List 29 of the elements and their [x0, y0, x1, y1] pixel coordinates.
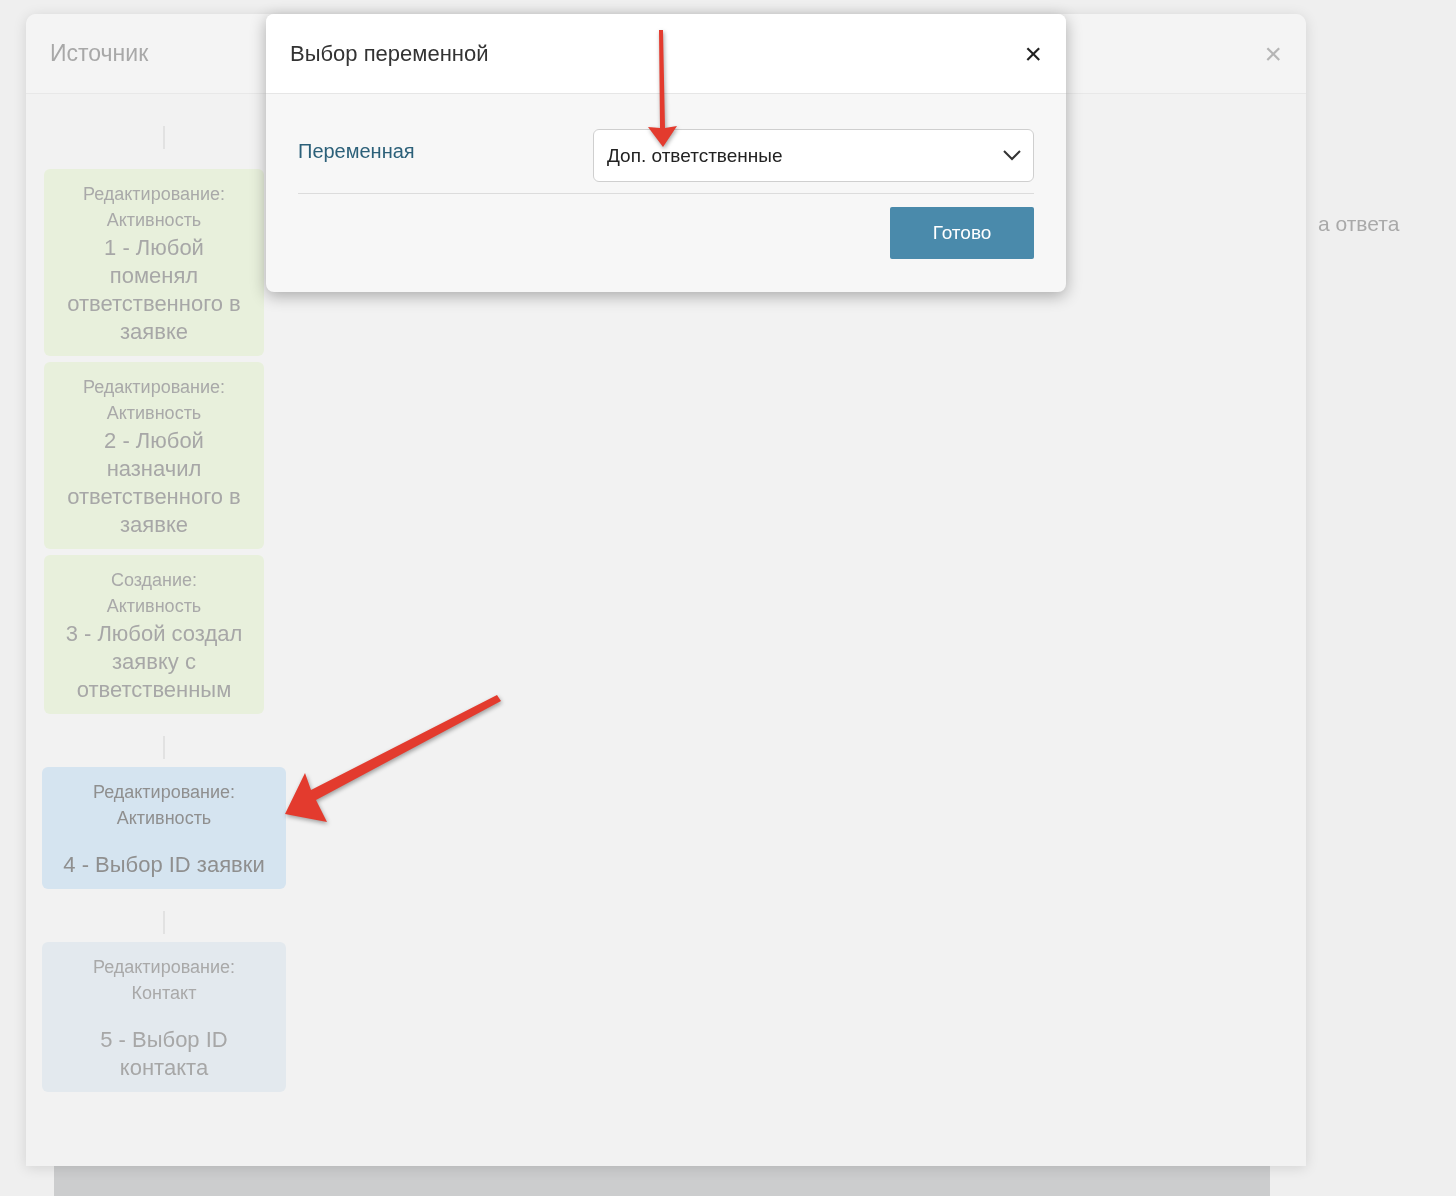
field-label: Переменная — [298, 140, 415, 163]
node-entity: Контакт — [130, 982, 198, 1005]
node-action: Редактирование: — [81, 183, 227, 206]
node-title: 4 - Выбор ID заявки — [62, 851, 266, 879]
node-action: Создание: — [109, 569, 199, 592]
flow-node[interactable]: Редактирование: Активность 1 - Любой поменял ответственного в заявке — [44, 169, 264, 356]
node-title: 1 - Любой поменял ответственного в заявке — [66, 234, 242, 346]
node-entity: Активность — [105, 595, 203, 618]
node-entity: Активность — [115, 807, 213, 830]
close-button[interactable]: × — [1024, 38, 1042, 69]
node-action: Редактирование: — [91, 781, 237, 804]
variable-select[interactable]: Доп. ответственные — [593, 129, 1034, 182]
node-entity: Активность — [105, 209, 203, 232]
node-action: Редактирование: — [81, 376, 227, 399]
flow-node[interactable]: Редактирование: Контакт 5 - Выбор ID контакта — [42, 942, 286, 1092]
node-action: Редактирование: — [91, 956, 237, 979]
flow-node[interactable]: Редактирование: Активность 4 - Выбор ID заявки — [42, 767, 286, 889]
close-button[interactable]: × — [1264, 38, 1282, 69]
node-title: 5 - Выбор ID контакта — [99, 1026, 229, 1082]
panel-title: Источник — [50, 40, 149, 67]
flow-node[interactable]: Редактирование: Активность 2 - Любой назначил ответственного в заявке — [44, 362, 264, 549]
flow-node[interactable]: Создание: Активность 3 - Любой создал заявку с ответственным — [44, 555, 264, 714]
done-button[interactable]: Готово — [890, 207, 1034, 259]
dialog-title: Выбор переменной — [290, 40, 489, 67]
node-title: 3 - Любой создал заявку с ответственным — [64, 620, 244, 704]
node-entity: Активность — [105, 402, 203, 425]
background-text: а ответа — [1318, 212, 1400, 236]
chevron-down-icon — [1003, 150, 1021, 161]
node-title: 2 - Любой назначил ответственного в заявке — [66, 427, 242, 539]
